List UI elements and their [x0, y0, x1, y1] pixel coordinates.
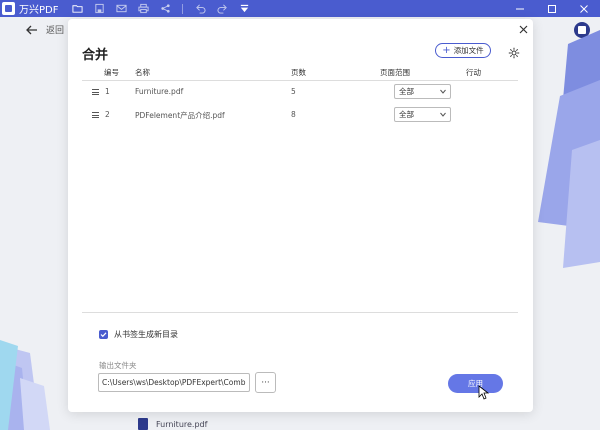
apply-button[interactable]: 应用 [448, 374, 503, 393]
page-range-value: 全部 [399, 87, 414, 96]
page-range-select[interactable]: 全部 [394, 84, 451, 99]
browse-button[interactable]: ··· [255, 372, 276, 393]
row-file-name: Furniture.pdf [135, 87, 184, 96]
row-file-name: PDFelement产品介绍.pdf [135, 111, 225, 120]
add-file-button[interactable]: + 添加文件 [435, 43, 491, 58]
column-page-range: 页面范围 [380, 68, 410, 77]
column-action: 行动 [466, 68, 481, 77]
background-file-item[interactable]: Furniture.pdf [138, 418, 207, 430]
bookmark-toc-option[interactable]: 从书签生成新目录 [99, 329, 178, 340]
settings-icon[interactable] [508, 44, 520, 59]
row-index: 2 [105, 110, 110, 119]
drag-handle-icon[interactable] [92, 112, 99, 118]
bookmark-toc-label: 从书签生成新目录 [114, 330, 178, 339]
checkmark-icon [100, 332, 107, 338]
chevron-down-icon [440, 89, 446, 94]
column-index: 编号 [104, 68, 119, 77]
column-name: 名称 [135, 68, 150, 77]
chevron-down-icon [440, 112, 446, 117]
output-folder-label: 输出文件夹 [99, 361, 137, 370]
page-range-value: 全部 [399, 110, 414, 119]
cursor-icon [478, 385, 490, 400]
row-index: 1 [105, 87, 110, 96]
background-file-name: Furniture.pdf [156, 419, 208, 429]
pdf-file-icon [138, 418, 148, 430]
table-row[interactable]: 2 PDFelement产品介绍.pdf 8 全部 [82, 105, 518, 125]
close-icon[interactable] [517, 23, 529, 35]
bookmark-toc-checkbox[interactable] [99, 330, 108, 339]
merge-dialog: 合并 + 添加文件 编号 名称 页数 页面范围 行动 1 Furniture.p… [68, 19, 533, 412]
drag-handle-icon[interactable] [92, 89, 99, 95]
table-row[interactable]: 1 Furniture.pdf 5 全部 [82, 82, 518, 102]
plus-icon: + [442, 44, 451, 56]
dialog-title: 合并 [82, 48, 109, 63]
page-range-select[interactable]: 全部 [394, 107, 451, 122]
row-page-count: 8 [291, 110, 296, 119]
row-page-count: 5 [291, 87, 296, 96]
section-divider [82, 312, 518, 313]
add-file-label: 添加文件 [453, 46, 484, 55]
output-path-input[interactable] [98, 373, 250, 392]
table-header: 编号 名称 页数 页面范围 行动 [82, 67, 518, 81]
column-pages: 页数 [291, 68, 306, 77]
